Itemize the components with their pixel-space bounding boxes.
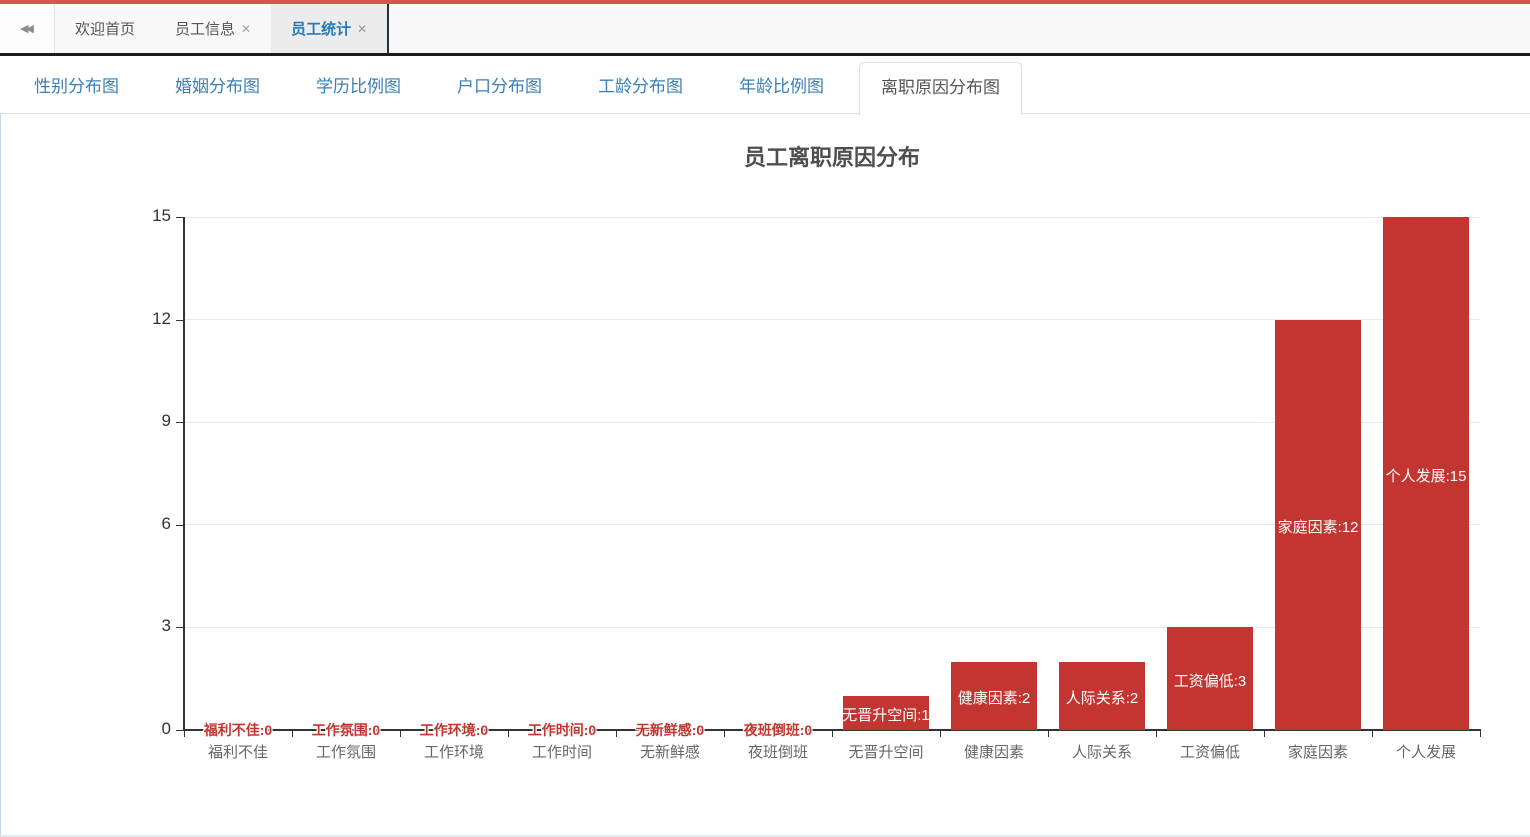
x-axis-tick [1372, 731, 1373, 737]
tab-employee-info[interactable]: 员工信息 ✕ [155, 4, 271, 53]
subtab-marriage-distribution[interactable]: 婚姻分布图 [154, 59, 281, 114]
chart-panel: 员工离职原因分布 03691215福利不佳:0福利不佳工作氛围:0工作氛围工作环… [0, 114, 1530, 837]
x-axis-tick [1480, 731, 1481, 737]
chart-title: 员工离职原因分布 [184, 140, 1480, 172]
subtab-household-distribution[interactable]: 户口分布图 [436, 59, 563, 114]
close-icon[interactable]: ✕ [357, 22, 367, 36]
bar-value-label: 个人发展:15 [1351, 465, 1501, 486]
x-axis-tick [1156, 731, 1157, 737]
category-label: 工作时间 [502, 741, 622, 762]
y-axis-tick [176, 217, 183, 218]
subtab-age-ratio[interactable]: 年龄比例图 [718, 59, 845, 114]
y-axis-label: 9 [116, 411, 171, 431]
category-label: 家庭因素 [1258, 741, 1378, 762]
category-label: 夜班倒班 [718, 741, 838, 762]
tab-label: 员工统计 [291, 18, 351, 39]
bar-value-label: 工资偏低:3 [1135, 670, 1285, 691]
category-label: 个人发展 [1366, 741, 1486, 762]
tab-label: 欢迎首页 [75, 18, 135, 39]
subtab-gender-distribution[interactable]: 性别分布图 [13, 59, 140, 114]
category-label: 工作环境 [394, 741, 514, 762]
tab-label: 员工信息 [175, 18, 235, 39]
y-axis-tick [176, 320, 183, 321]
chart-type-tab-bar: 性别分布图 婚姻分布图 学历比例图 户口分布图 工龄分布图 年龄比例图 离职原因… [0, 59, 1530, 114]
y-axis-line [183, 217, 185, 730]
y-axis-tick [176, 627, 183, 628]
y-axis-tick [176, 422, 183, 423]
x-axis-tick [1264, 731, 1265, 737]
category-label: 健康因素 [934, 741, 1054, 762]
category-label: 无晋升空间 [826, 741, 946, 762]
app-window: ◀◀ 欢迎首页 员工信息 ✕ 员工统计 ✕ 性别分布图 婚姻分布图 学历比例图 … [0, 0, 1530, 837]
collapse-tabs-button[interactable]: ◀◀ [0, 4, 55, 53]
category-label: 无新鲜感 [610, 741, 730, 762]
category-label: 工资偏低 [1150, 741, 1270, 762]
x-axis-tick [1048, 731, 1049, 737]
double-left-arrow-icon: ◀◀ [20, 22, 31, 35]
grid-line [184, 217, 1480, 218]
close-icon[interactable]: ✕ [241, 22, 251, 36]
y-axis-tick [176, 525, 183, 526]
bar-chart: 员工离职原因分布 03691215福利不佳:0福利不佳工作氛围:0工作氛围工作环… [1, 114, 1530, 835]
y-axis-label: 3 [116, 616, 171, 636]
top-accent-strip [0, 0, 1530, 4]
category-label: 工作氛围 [286, 741, 406, 762]
category-label: 福利不佳 [178, 741, 298, 762]
bar-value-label: 家庭因素:12 [1243, 516, 1393, 537]
subtab-resignation-reason-distribution[interactable]: 离职原因分布图 [859, 62, 1022, 115]
y-axis-label: 15 [116, 206, 171, 226]
tab-welcome-home[interactable]: 欢迎首页 [55, 4, 155, 53]
y-axis-label: 12 [116, 309, 171, 329]
main-tab-bar: ◀◀ 欢迎首页 员工信息 ✕ 员工统计 ✕ [0, 4, 1530, 56]
x-axis-tick [940, 731, 941, 737]
category-label: 人际关系 [1042, 741, 1162, 762]
tab-employee-stats[interactable]: 员工统计 ✕ [271, 4, 389, 53]
subtab-education-ratio[interactable]: 学历比例图 [295, 59, 422, 114]
subtab-seniority-distribution[interactable]: 工龄分布图 [577, 59, 704, 114]
y-axis-label: 6 [116, 514, 171, 534]
